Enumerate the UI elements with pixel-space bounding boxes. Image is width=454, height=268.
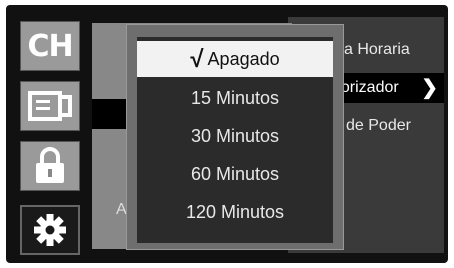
- tv-menu-screen: a Horaria porizador ❯ de Poder A CH √ Ap…: [6, 5, 448, 263]
- lock-icon: [36, 147, 64, 183]
- lock-category-button[interactable]: [20, 141, 80, 191]
- settings-category-button[interactable]: [20, 205, 80, 255]
- sleep-timer-option-list: √ Apagado 15 Minutos 30 Minutos 60 Minuto…: [137, 37, 333, 243]
- option-15-minutos[interactable]: 15 Minutos: [137, 79, 333, 117]
- input-source-icon: [28, 91, 72, 121]
- sleep-timer-popup: √ Apagado 15 Minutos 30 Minutos 60 Minuto…: [126, 24, 344, 250]
- gear-icon: [34, 214, 66, 246]
- option-60-minutos[interactable]: 60 Minutos: [137, 155, 333, 193]
- option-120-minutos[interactable]: 120 Minutos: [137, 193, 333, 231]
- channel-icon: CH: [27, 28, 73, 64]
- option-apagado[interactable]: √ Apagado: [137, 41, 333, 77]
- option-label: 60 Minutos: [190, 164, 280, 184]
- option-label: Apagado: [207, 49, 280, 69]
- channel-category-button[interactable]: CH: [20, 21, 80, 71]
- option-30-minutos[interactable]: 30 Minutos: [137, 117, 333, 155]
- chevron-right-icon: ❯: [421, 77, 438, 99]
- input-category-button[interactable]: [20, 81, 80, 131]
- submenu-item-label: de Poder: [346, 117, 411, 134]
- submenu-item-label: a Horaria: [344, 41, 410, 58]
- option-label: 30 Minutos: [190, 126, 280, 146]
- option-label: 15 Minutos: [190, 88, 280, 108]
- checkmark-icon: √: [190, 46, 204, 73]
- option-label: 120 Minutos: [185, 202, 285, 222]
